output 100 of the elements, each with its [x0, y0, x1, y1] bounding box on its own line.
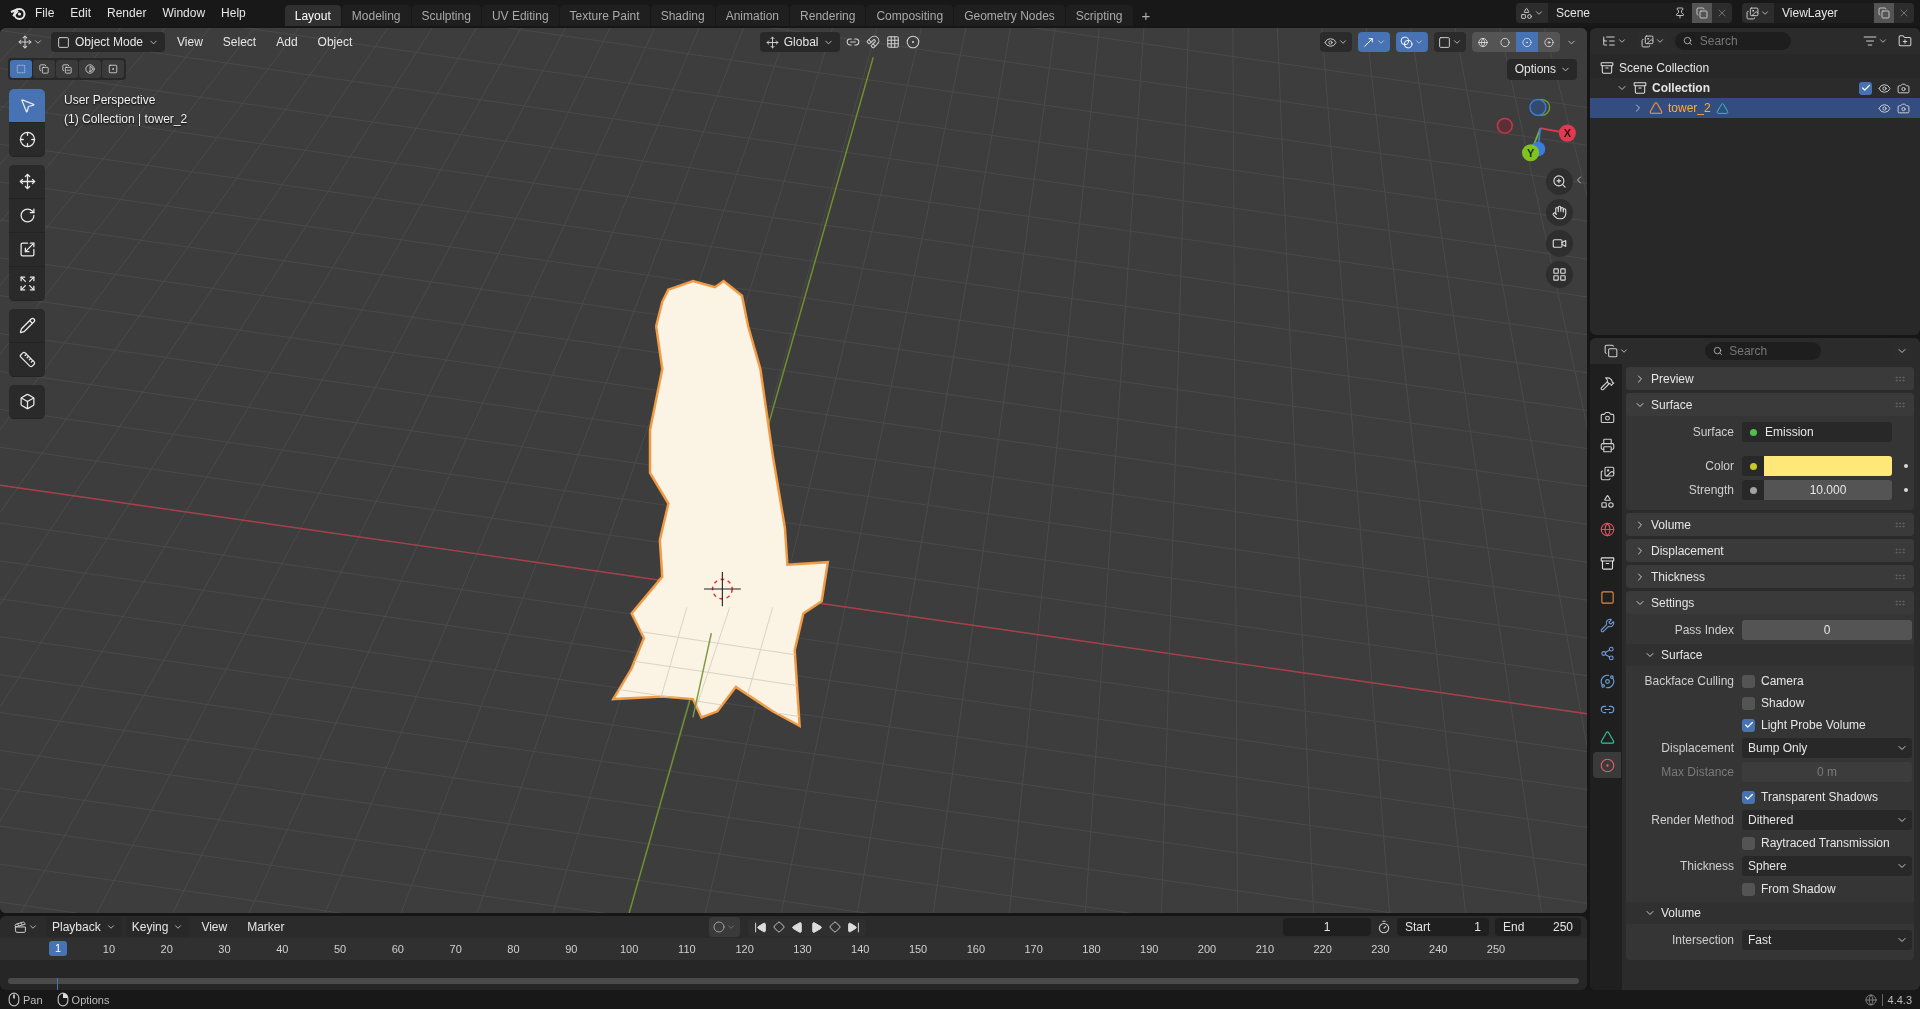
chevron-icon[interactable] — [1655, 36, 1665, 46]
previous-keyframe-icon[interactable] — [773, 921, 786, 933]
select-mode-button[interactable] — [102, 60, 124, 78]
search-field[interactable]: Search — [1727, 343, 1813, 359]
keyframe-dot-icon[interactable] — [1904, 464, 1908, 468]
checkbox[interactable]: Shadow — [1742, 696, 1912, 710]
workspace-tab[interactable]: Geometry Nodes — [954, 5, 1065, 26]
dropdown[interactable]: Dithered — [1742, 810, 1912, 830]
chevron-icon[interactable] — [1617, 36, 1627, 46]
subpanel-header[interactable]: Volume — [1626, 902, 1914, 924]
eye-icon[interactable] — [1878, 101, 1891, 115]
select-mode-button[interactable] — [10, 60, 32, 78]
chevron-icon[interactable] — [33, 37, 43, 47]
viewport-toggle[interactable] — [1320, 32, 1352, 52]
shading-button[interactable] — [1516, 32, 1538, 52]
new-view-layer-button[interactable] — [1874, 3, 1894, 23]
menu-item[interactable]: Select — [214, 35, 265, 49]
menu-dropdown[interactable]: Keying — [125, 917, 190, 937]
chevron-icon[interactable] — [1878, 36, 1888, 46]
tool-button[interactable] — [9, 165, 45, 199]
eye-icon[interactable] — [1878, 81, 1891, 95]
chevron-icon[interactable] — [1619, 346, 1629, 356]
3d-viewport[interactable]: X Y Object Mode View Select Add Object Global Options User Perspective (1) Collection | tower_2 — [0, 28, 1587, 913]
logo-icon[interactable] — [10, 6, 26, 20]
workspace-tab[interactable]: Sculpting — [411, 5, 481, 26]
socket-button[interactable] — [1742, 456, 1764, 476]
viewport-toggle[interactable] — [1358, 32, 1390, 52]
workspace-tab[interactable]: UV Editing — [481, 5, 559, 26]
panel-header[interactable]: Volume — [1626, 513, 1914, 536]
workspace-tab[interactable]: Scripting — [1065, 5, 1133, 26]
chevron-icon[interactable] — [1760, 8, 1770, 18]
jump-start-icon[interactable] — [754, 920, 768, 934]
shading-button[interactable] — [1494, 32, 1516, 52]
workspace-tab[interactable]: Modeling — [341, 5, 411, 26]
new-collection-icon[interactable] — [1898, 34, 1912, 48]
menu-item[interactable]: Render — [100, 3, 154, 23]
dropdown[interactable]: Fast — [1742, 930, 1912, 950]
chevron-icon[interactable] — [105, 922, 116, 932]
current-frame-field[interactable]: 1 — [1283, 918, 1371, 936]
shading-button[interactable] — [1472, 32, 1494, 52]
chevron-icon[interactable] — [173, 922, 184, 932]
subpanel-header[interactable]: Surface — [1626, 644, 1914, 666]
scene-type-button[interactable] — [1516, 3, 1548, 23]
scene-name-field[interactable]: Scene — [1548, 3, 1668, 23]
select-mode-button[interactable] — [79, 60, 101, 78]
outliner-item-label[interactable]: Scene Collection — [1619, 61, 1710, 75]
checkbox[interactable]: Light Probe Volume — [1742, 718, 1912, 732]
orientation-dropdown[interactable]: Global — [759, 32, 841, 52]
view-layer-type-button[interactable] — [1742, 3, 1774, 23]
stopwatch-icon[interactable] — [1377, 920, 1391, 934]
delete-scene-button[interactable] — [1712, 3, 1732, 23]
panel-header[interactable]: Surface — [1626, 393, 1914, 416]
outliner-item-label[interactable]: tower_2 — [1668, 101, 1711, 115]
menu-item[interactable]: View — [193, 920, 236, 934]
menu-item[interactable]: Edit — [63, 3, 99, 23]
chevron-icon[interactable] — [1452, 37, 1462, 47]
workspace-tab[interactable]: Rendering — [790, 5, 866, 26]
panel-header[interactable]: Displacement — [1626, 539, 1914, 562]
view-layer-name-field[interactable]: ViewLayer — [1774, 3, 1874, 23]
workspace-tab[interactable]: Compositing — [866, 5, 954, 26]
menu-dropdown[interactable]: Playback — [46, 917, 122, 937]
menu-item[interactable]: View — [169, 35, 211, 49]
outliner-item-label[interactable]: Collection — [1652, 81, 1710, 95]
viewport-toggle[interactable] — [1434, 32, 1466, 52]
mode-dropdown[interactable]: Object Mode — [51, 32, 166, 52]
navigation-gizmo[interactable]: X Y — [1496, 98, 1576, 162]
checkbox[interactable]: Transparent Shadows — [1742, 790, 1912, 804]
select-mode-button[interactable] — [33, 60, 55, 78]
menu-item[interactable]: Add — [268, 35, 306, 49]
chevron-icon[interactable] — [28, 922, 38, 932]
pin-icon[interactable] — [1674, 7, 1686, 19]
menu-item[interactable]: Marker — [239, 920, 293, 934]
checkbox[interactable]: Raytraced Transmission — [1742, 836, 1912, 850]
play-reverse-icon[interactable] — [791, 920, 805, 934]
number-field[interactable]: 0 — [1742, 620, 1912, 640]
tool-button[interactable] — [9, 309, 45, 343]
playhead[interactable]: 1 — [49, 941, 67, 956]
shader-dropdown[interactable]: Emission — [1742, 422, 1892, 442]
number-field[interactable]: 10.000 — [1764, 480, 1892, 500]
workspace-tab[interactable]: Shading — [650, 5, 715, 26]
end-frame-field[interactable]: End 250 — [1495, 918, 1581, 936]
menu-item[interactable]: Help — [214, 3, 253, 23]
shading-button[interactable] — [1538, 32, 1560, 52]
search-field[interactable]: Search — [1697, 33, 1783, 49]
chevron-icon[interactable] — [1338, 37, 1348, 47]
select-mode-button[interactable] — [56, 60, 78, 78]
dropdown[interactable]: Sphere — [1742, 856, 1912, 876]
scrollbar[interactable] — [8, 978, 1579, 984]
tool-button[interactable] — [9, 89, 45, 123]
magnet-icon[interactable] — [866, 35, 881, 49]
auto-keying-button[interactable] — [709, 917, 741, 937]
checkbox[interactable]: From Shadow — [1742, 882, 1912, 896]
camera-icon[interactable] — [1897, 101, 1910, 115]
menu-item[interactable]: File — [28, 3, 62, 23]
next-keyframe-icon[interactable] — [829, 921, 842, 933]
color-swatch[interactable] — [1764, 456, 1892, 476]
search-box[interactable]: Search — [1675, 32, 1791, 50]
panel-header[interactable]: Preview — [1626, 367, 1914, 390]
include-checkbox[interactable] — [1859, 81, 1872, 95]
new-scene-button[interactable] — [1692, 3, 1712, 23]
